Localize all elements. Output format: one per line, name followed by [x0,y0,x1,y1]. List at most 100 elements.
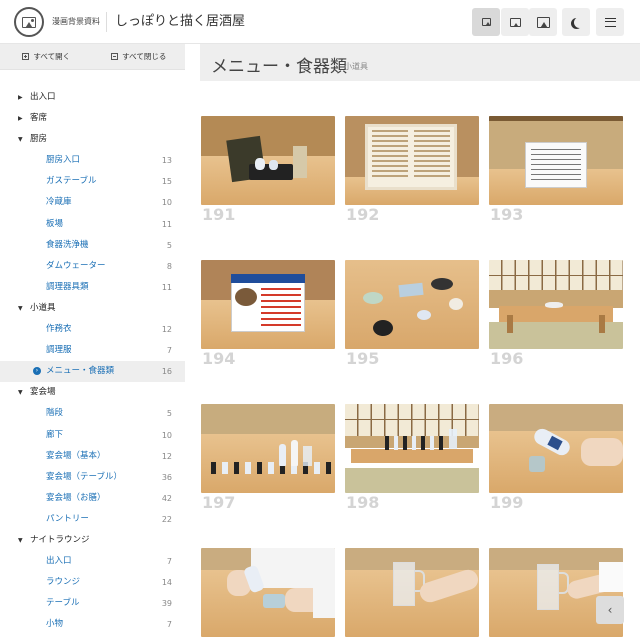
photo-shape [235,288,257,306]
photo-card[interactable]: 200 [201,548,335,640]
image-large-icon [536,16,550,28]
photo-number: 194 [202,349,236,368]
photo-shape [345,468,479,493]
sidebar-item[interactable]: ラウンジ 14 [0,572,185,593]
view-large-button[interactable] [529,8,557,36]
sidebar-item[interactable]: 食器洗浄機 5 [0,235,185,256]
sidebar-item[interactable]: 厨房入口 13 [0,150,185,171]
site-name[interactable]: 漫画背景資料 [52,16,100,27]
sidebar-item-label: 食器洗浄機 [46,239,89,250]
sidebar-item[interactable]: 宴会場（テーブル） 36 [0,467,185,488]
photo-shape [581,438,623,466]
photo-thumbnail[interactable] [345,404,479,493]
photo-shape [231,274,305,283]
section-subtitle[interactable]: 小道具 [344,61,368,72]
sidebar-item[interactable]: ガステーブル 15 [0,171,185,192]
photo-card[interactable]: 191 [201,116,335,224]
sidebar-item-label: 宴会場（お膳） [46,492,106,503]
photo-thumbnail[interactable] [489,116,623,205]
dark-mode-button[interactable] [562,8,590,36]
photo-shape [499,306,613,323]
main-content: メニュー・食器類 小道具 191 192 193 194 195 196 197 198 199… [200,44,640,640]
photo-thumbnail[interactable] [345,260,479,349]
photo-card[interactable]: 192 [345,116,479,224]
caret-right-icon: ▶ [18,94,23,101]
photo-shape [417,310,431,320]
sidebar-item-count: 7 [166,557,172,567]
photo-card[interactable]: 199 [489,404,623,512]
sidebar-item[interactable]: 階段 5 [0,403,185,424]
photo-thumbnail[interactable] [201,404,335,493]
sidebar-category[interactable]: ▶ 出入口 [0,87,185,108]
photo-shape [211,462,331,474]
page-title[interactable]: しっぽりと描く居酒屋 [106,12,245,32]
photo-shape [345,404,479,437]
scroll-top-button[interactable]: ‹ [596,596,624,624]
photo-card[interactable]: 201 [345,548,479,640]
photo-card[interactable]: 202 [489,548,623,640]
sidebar-item-label: 厨房入口 [46,155,81,166]
sidebar-item[interactable]: 出入口 7 [0,551,185,572]
photo-thumbnail[interactable] [201,116,335,205]
sidebar-item-label: 調理器具類 [46,281,89,292]
sidebar-item[interactable]: 宴会場（基本） 12 [0,446,185,467]
photo-thumbnail[interactable] [345,116,479,205]
sidebar-item-count: 5 [166,240,172,250]
photo-card[interactable]: 193 [489,116,623,224]
sidebar-toolbar: すべて開く すべて閉じる [0,44,185,70]
sidebar-item[interactable]: 作務衣 12 [0,319,185,340]
photo-card[interactable]: 196 [489,260,623,368]
sidebar-category[interactable]: ▼ 宴会場 [0,382,185,403]
sidebar-item[interactable]: 冷蔵庫 10 [0,192,185,213]
logo-icon[interactable] [14,7,44,37]
sidebar-item[interactable]: パントリー 22 [0,509,185,530]
sidebar-item-count: 36 [161,472,172,482]
photo-shape [599,562,623,592]
photo-shape [261,288,301,326]
sidebar-item[interactable]: 廊下 10 [0,425,185,446]
sidebar-item[interactable]: テーブル 39 [0,593,185,614]
photo-shape [599,315,605,334]
collapse-all-button[interactable]: すべて閉じる [93,44,186,69]
sidebar-item[interactable]: › メニュー・食器類 16 [0,361,185,383]
expand-all-button[interactable]: すべて開く [0,44,93,69]
sidebar-item-count: 11 [161,219,172,229]
sidebar-category[interactable]: ▼ ナイトラウンジ [0,530,185,551]
view-medium-button[interactable] [501,8,529,36]
sidebar-item[interactable]: 調理器具類 11 [0,277,185,298]
sidebar-item-count: 5 [166,409,172,419]
photo-card[interactable]: 198 [345,404,479,512]
sidebar-item[interactable]: ダムウェーター 8 [0,256,185,277]
sidebar-item-label: 宴会場 [30,387,56,398]
photo-shape [545,301,563,308]
menu-button[interactable] [596,8,624,36]
photo-shape [489,116,623,121]
minus-square-icon [111,53,119,60]
sidebar-item[interactable]: 板場 11 [0,214,185,235]
sidebar-category[interactable]: ▼ 厨房 [0,129,185,150]
sidebar-item-count: 10 [161,430,172,440]
photo-thumbnail[interactable] [345,548,479,637]
sidebar-item-count: 10 [161,198,172,208]
sidebar-item[interactable]: 調理服 7 [0,340,185,361]
sidebar-item-label: 廊下 [46,429,64,440]
sidebar-item[interactable]: 小物 7 [0,614,185,635]
view-small-button[interactable] [472,8,500,36]
collapse-all-label: すべて閉じる [122,52,167,61]
photo-card[interactable]: 194 [201,260,335,368]
sidebar-item[interactable]: 宴会場（お膳） 42 [0,488,185,509]
photo-card[interactable]: 195 [345,260,479,368]
photo-thumbnail[interactable] [201,260,335,349]
photo-thumbnail[interactable] [489,404,623,493]
plus-square-icon [22,53,30,60]
caret-down-icon: ▼ [18,536,23,544]
photo-thumbnail[interactable] [201,548,335,637]
caret-down-icon: ▼ [18,389,23,397]
photo-card[interactable]: 197 [201,404,335,512]
sidebar-category[interactable]: ▼ 小道具 [0,298,185,319]
sidebar-item-label: 小物 [46,619,64,630]
sidebar-category[interactable]: ▶ 客席 [0,108,185,129]
photo-number: 193 [490,205,524,224]
hamburger-icon [604,17,616,27]
photo-thumbnail[interactable] [489,260,623,349]
